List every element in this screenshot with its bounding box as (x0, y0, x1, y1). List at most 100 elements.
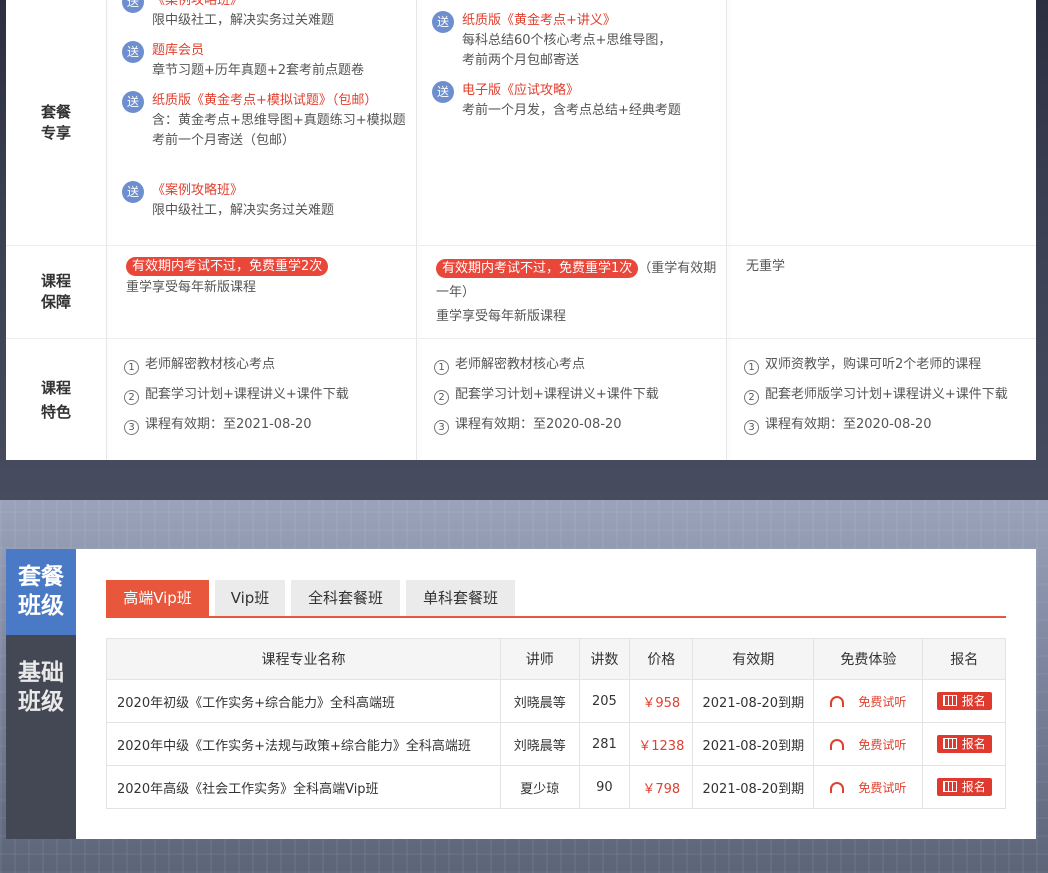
table-row: 2020年中级《工作实务+法规与政策+综合能力》全科高端班 刘晓晨等 281 ￥… (106, 722, 1006, 766)
course-teacher: 刘晓晨等 (500, 679, 580, 723)
row-label: 课程 特色 (40, 378, 71, 421)
calendar-icon (942, 695, 957, 706)
table-row: 2020年高级《社会工作实务》全科高端Vip班 夏少琼 90 ￥798 2021… (106, 765, 1006, 809)
retake-pill: 有效期内考试不过，免费重学2次 (126, 257, 329, 276)
row-label: 套餐 专享 (40, 102, 71, 142)
register-button[interactable]: 报名 (936, 778, 992, 796)
gift-title: 电子版《应试攻略》 (462, 83, 580, 98)
course-table: 课程专业名称 讲师 讲数 价格 有效期 免费体验 报名 2020年初级《工作实务… (106, 638, 1006, 809)
col-guarantee-1: 有效期内考试不过，免费重学2次 重学享受每年新版课程 (106, 246, 416, 338)
col-benefits-2: 送 纸质版《黄金考点+讲义》 每科总结60个核心考点+思维导图， 考前两个月包邮… (416, 0, 726, 245)
course-panel: 套餐 班级 基础 班级 高端Vip班 Vip班 全科套餐班 单科套餐班 课程专业… (6, 549, 1036, 839)
free-trial-link[interactable]: 免费试听 (813, 679, 924, 723)
register-button[interactable]: 报名 (936, 735, 992, 753)
number-circle-icon: 1 (434, 360, 449, 375)
course-valid: 2021-08-20到期 (692, 679, 815, 723)
gift-badge: 送 (432, 81, 454, 103)
number-circle-icon: 1 (744, 360, 759, 375)
col-guarantee-2: 有效期内考试不过，免费重学1次 （重学有效期一年） 重学享受每年新版课程 (416, 246, 726, 338)
gift-title: 《案例攻略班》 (152, 0, 244, 8)
feature-item: 3 课程有效期：至2020-08-20 (744, 415, 932, 435)
table-header: 课程专业名称 讲师 讲数 价格 有效期 免费体验 报名 (106, 638, 1006, 680)
col-benefits-1: 送 《案例攻略班》 限中级社工，解决实务过关难题 送 题库会员 章节习题+历年真… (106, 0, 416, 245)
headphones-icon (830, 781, 845, 793)
gift-badge: 送 (122, 91, 144, 113)
tab-full-package[interactable]: 全科套餐班 (291, 580, 400, 616)
register-cell: 报名 (922, 765, 1006, 809)
gift-desc: 考前一个月发，含考点总结+经典考题 (462, 103, 681, 118)
course-teacher: 夏少琼 (500, 765, 580, 809)
feature-item: 2 配套学习计划+课程讲义+课件下载 (434, 385, 659, 405)
number-circle-icon: 3 (744, 420, 759, 435)
guarantee-text: 无重学 (746, 259, 786, 274)
free-trial-link[interactable]: 免费试听 (813, 765, 924, 809)
number-circle-icon: 3 (124, 420, 139, 435)
col-features-2: 1 老师解密教材核心考点 2 配套学习计划+课程讲义+课件下载 3 课程有效期：至20… (416, 339, 726, 460)
number-circle-icon: 3 (434, 420, 449, 435)
feature-item: 1 老师解密教材核心考点 (434, 355, 585, 375)
feature-item: 2 配套学习计划+课程讲义+课件下载 (124, 385, 349, 405)
header-valid: 有效期 (692, 638, 815, 680)
course-name: 2020年高级《社会工作实务》全科高端Vip班 (106, 765, 501, 809)
gift-title: 纸质版《黄金考点+讲义》 (462, 13, 616, 28)
col-guarantee-3: 无重学 (726, 246, 1036, 338)
course-price: ￥798 (629, 765, 694, 809)
row-features: 课程 特色 1 老师解密教材核心考点 2 配套学习计划+课程讲义+课件下载 3 课程有… (6, 339, 1036, 460)
row-guarantee: 课程 保障 有效期内考试不过，免费重学2次 重学享受每年新版课程 有效期内考试不… (6, 246, 1036, 339)
gift-desc: 限中级社工，解决实务过关难题 (152, 203, 335, 218)
header-name: 课程专业名称 (106, 638, 501, 680)
feature-item: 1 双师资教学，购课可听2个老师的课程 (744, 355, 981, 375)
feature-item: 1 老师解密教材核心考点 (124, 355, 275, 375)
gift-title: 纸质版《黄金考点+模拟试题》（包邮） (152, 93, 378, 108)
headphones-icon (830, 695, 845, 707)
gift-badge: 送 (432, 11, 454, 33)
header-trial: 免费体验 (813, 638, 924, 680)
package-comparison: 套餐 专享 送 《案例攻略班》 限中级社工，解决实务过关难题 送 题库会员 章节… (6, 0, 1036, 460)
course-lessons: 281 (578, 722, 631, 766)
register-button[interactable]: 报名 (936, 692, 992, 710)
feature-item: 3 课程有效期：至2020-08-20 (434, 415, 622, 435)
row-label: 课程 保障 (40, 272, 71, 311)
tab-single-package[interactable]: 单科套餐班 (406, 580, 515, 616)
feature-item: 2 配套老师版学习计划+课程讲义+课件下载 (744, 385, 1008, 405)
course-price: ￥1238 (629, 722, 694, 766)
register-cell: 报名 (922, 679, 1006, 723)
gift-desc: 限中级社工，解决实务过关难题 (152, 13, 335, 28)
course-lessons: 90 (578, 765, 631, 809)
course-valid: 2021-08-20到期 (692, 722, 815, 766)
course-tabs: 高端Vip班 Vip班 全科套餐班 单科套餐班 (106, 580, 1006, 618)
header-lessons: 讲数 (578, 638, 631, 680)
course-teacher: 刘晓晨等 (500, 722, 580, 766)
gift-badge: 送 (122, 41, 144, 63)
number-circle-icon: 1 (124, 360, 139, 375)
header-register: 报名 (922, 638, 1006, 680)
gift-desc: 含：黄金考点+思维导图+真题练习+模拟题 考前一个月寄送（包邮） (152, 113, 406, 148)
side-tab-package[interactable]: 套餐 班级 (6, 549, 76, 635)
retake-pill: 有效期内考试不过，免费重学1次 (436, 259, 639, 278)
gift-desc: 每科总结60个核心考点+思维导图， 考前两个月包邮寄送 (462, 33, 672, 68)
header-price: 价格 (629, 638, 694, 680)
course-valid: 2021-08-20到期 (692, 765, 815, 809)
col-features-3: 1 双师资教学，购课可听2个老师的课程 2 配套老师版学习计划+课程讲义+课件下载 … (726, 339, 1036, 460)
guarantee-text: 重学享受每年新版课程 (436, 309, 567, 324)
tab-high-vip[interactable]: 高端Vip班 (106, 580, 209, 616)
number-circle-icon: 2 (744, 390, 759, 405)
course-price: ￥958 (629, 679, 694, 723)
side-tab-bar: 套餐 班级 基础 班级 (6, 549, 76, 839)
gift-badge: 送 (122, 0, 144, 13)
row-package-benefits: 套餐 专享 送 《案例攻略班》 限中级社工，解决实务过关难题 送 题库会员 章节… (6, 0, 1036, 246)
headphones-icon (830, 738, 845, 750)
header-teacher: 讲师 (500, 638, 580, 680)
side-tab-basic[interactable]: 基础 班级 (6, 645, 76, 731)
course-name: 2020年初级《工作实务+综合能力》全科高端班 (106, 679, 501, 723)
tab-vip[interactable]: Vip班 (215, 580, 285, 616)
col-benefits-3 (726, 0, 1036, 245)
calendar-icon (942, 738, 957, 749)
feature-item: 3 课程有效期：至2021-08-20 (124, 415, 312, 435)
free-trial-link[interactable]: 免费试听 (813, 722, 924, 766)
gift-title: 题库会员 (152, 43, 205, 58)
gift-title: 《案例攻略班》 (152, 183, 244, 198)
gift-desc: 章节习题+历年真题+2套考前点题卷 (152, 63, 365, 78)
guarantee-text: 重学享受每年新版课程 (126, 280, 257, 295)
number-circle-icon: 2 (124, 390, 139, 405)
